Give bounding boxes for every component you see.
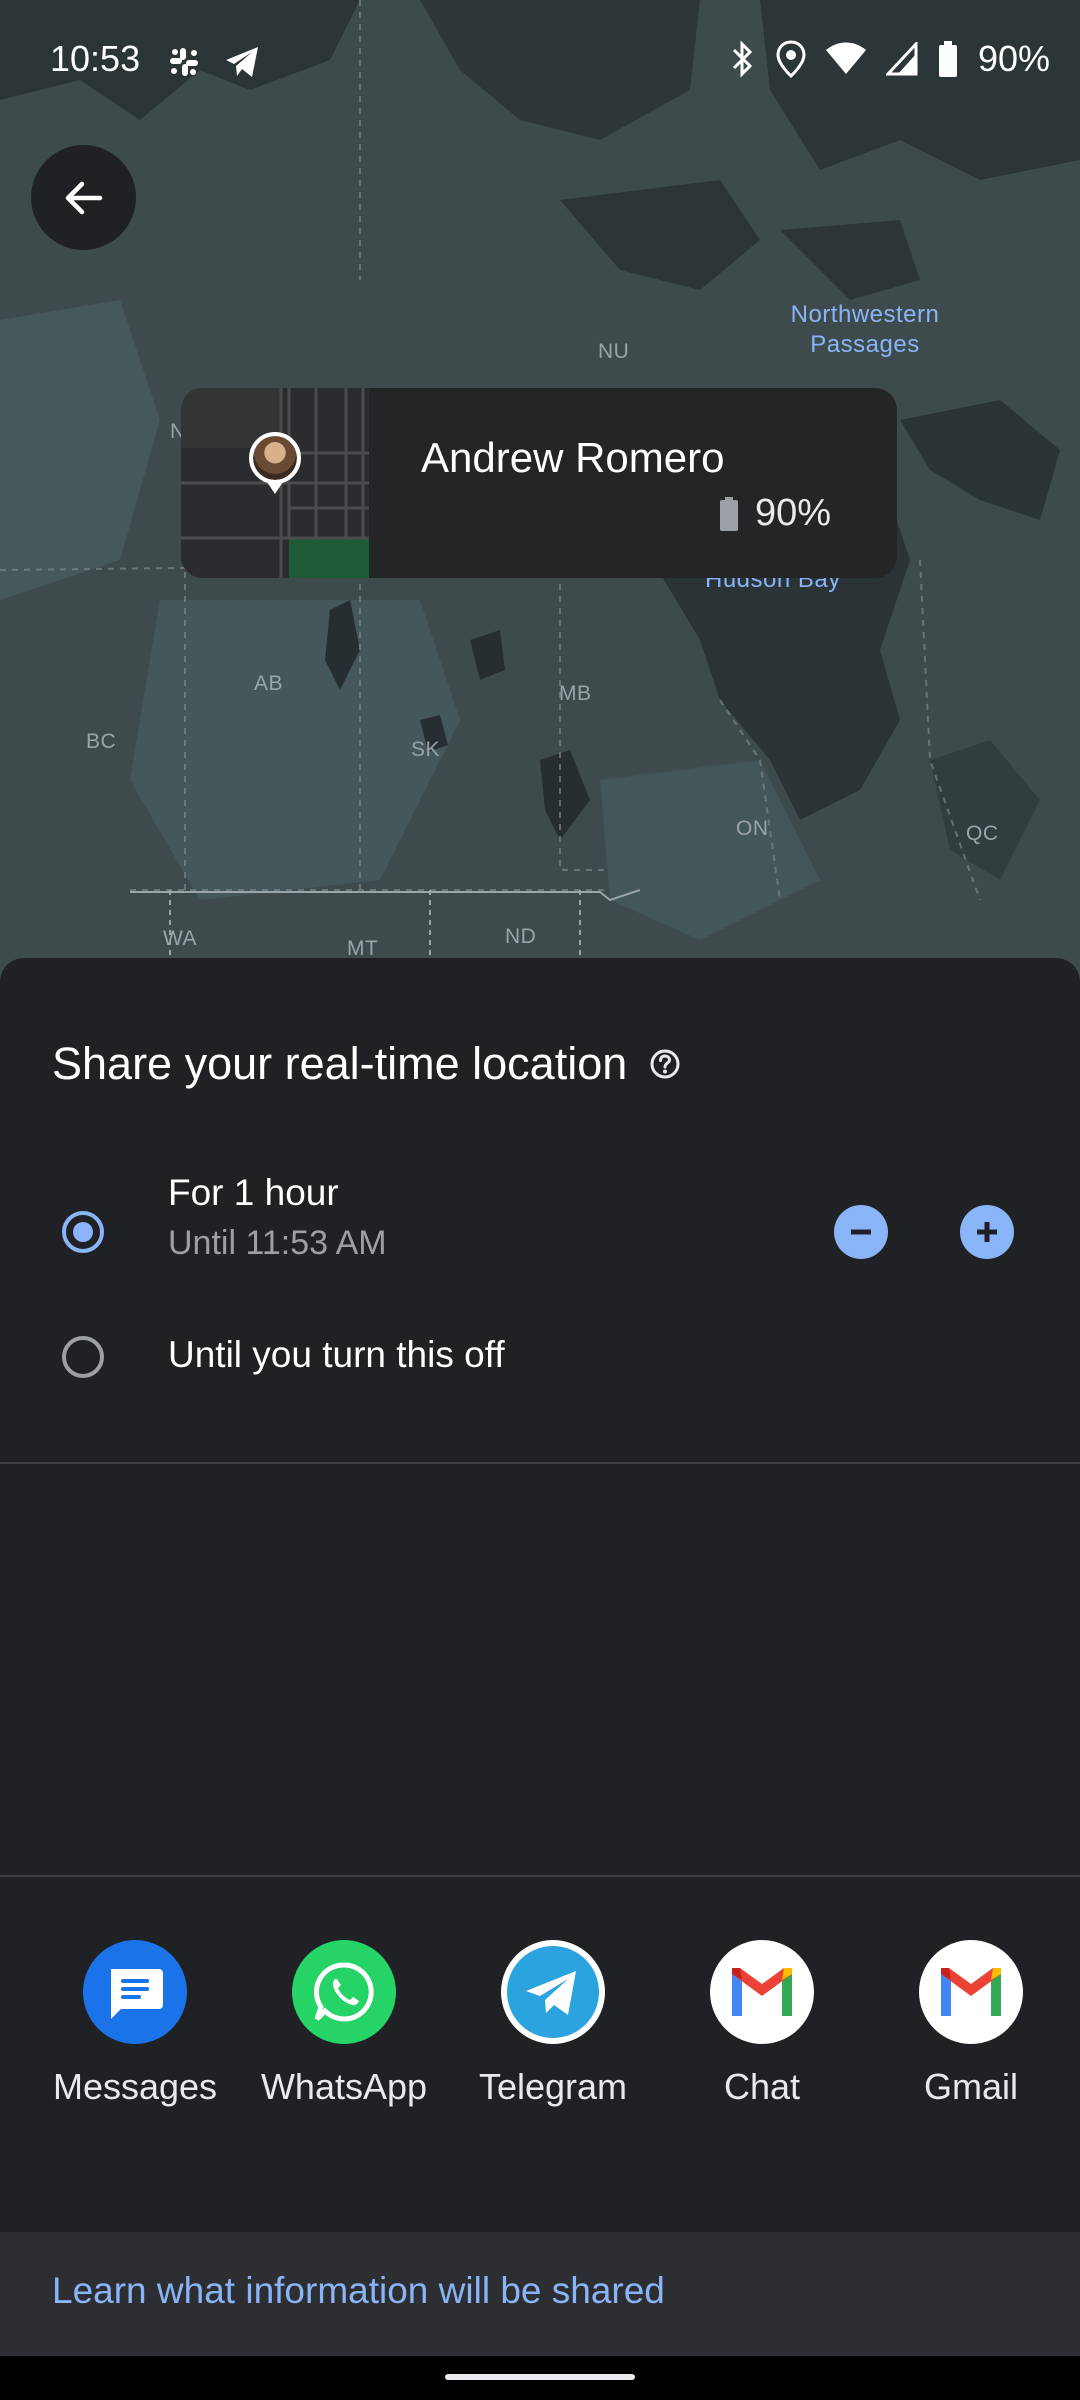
option-label: Until you turn this off — [168, 1334, 505, 1375]
divider — [0, 1462, 1080, 1464]
share-target-gmail[interactable]: Gmail — [871, 1940, 1071, 2108]
option-for-1-hour[interactable]: For 1 hour Until 11:53 AM — [0, 1158, 1080, 1298]
decrease-duration-button[interactable] — [834, 1205, 888, 1259]
share-target-label: WhatsApp — [260, 2066, 428, 2107]
location-pin-tail — [267, 482, 283, 494]
notification-icons — [166, 44, 262, 80]
map-label-qc: QC — [966, 822, 999, 845]
back-button[interactable] — [31, 145, 136, 250]
map-label-nu: NU — [598, 340, 630, 363]
status-bar: 10:53 90% — [0, 0, 1080, 124]
map-label-bc: BC — [86, 730, 117, 753]
share-target-telegram[interactable]: Telegram — [453, 1940, 653, 2108]
share-target-label: Chat — [723, 2066, 801, 2107]
share-target-messages[interactable]: Messages — [35, 1940, 235, 2108]
option-until-turn-off[interactable]: Until you turn this off — [0, 1308, 1080, 1408]
map-label-on: ON — [736, 817, 769, 840]
messages-icon — [83, 1940, 187, 2044]
map-label-mb: MB — [559, 682, 592, 705]
status-time: 10:53 — [50, 38, 141, 79]
map-label-sk: SK — [411, 738, 441, 761]
increase-duration-button[interactable] — [960, 1205, 1014, 1259]
gmail-icon — [710, 1940, 814, 2044]
option-sublabel: Until 11:53 AM — [168, 1224, 387, 1262]
share-location-sheet: Share your real-time location For 1 hour… — [0, 958, 1080, 2400]
sheet-title-text: Share your real-time location — [52, 1038, 628, 1089]
signal-icon — [885, 42, 918, 76]
map-label-northwestern-passages: Northwestern Passages — [790, 301, 940, 358]
arrow-back-icon — [65, 181, 102, 214]
learn-more-link[interactable]: Learn what information will be shared — [52, 2270, 665, 2312]
plus-icon — [977, 1222, 997, 1242]
telegram-icon — [501, 1940, 605, 2044]
option-label: For 1 hour — [168, 1172, 339, 1213]
mini-map-thumbnail — [181, 388, 369, 578]
footer: Learn what information will be shared — [0, 2232, 1080, 2356]
bluetooth-icon — [732, 40, 753, 78]
divider — [0, 1875, 1080, 1877]
battery-icon — [720, 496, 738, 531]
location-icon — [776, 40, 806, 78]
avatar — [249, 432, 301, 484]
share-target-label: Telegram — [478, 2066, 628, 2107]
share-target-chat[interactable]: Chat — [662, 1940, 862, 2108]
whatsapp-icon — [292, 1940, 396, 2044]
share-target-whatsapp[interactable]: WhatsApp — [244, 1940, 444, 2108]
navigation-bar — [0, 2356, 1080, 2400]
telegram-icon — [226, 47, 258, 77]
person-battery: 90% — [719, 492, 831, 535]
status-battery-percent: 90% — [977, 38, 1050, 79]
map-label-ab: AB — [254, 672, 284, 695]
share-target-label: Gmail — [923, 2066, 1018, 2107]
map-label-wa: WA — [163, 927, 198, 950]
slack-icon — [170, 48, 198, 76]
system-icons: 90% — [728, 38, 1050, 80]
minus-icon — [851, 1229, 871, 1235]
map-label-nd: ND — [505, 925, 537, 948]
home-gesture-handle[interactable] — [445, 2374, 635, 2380]
person-info: Andrew Romero 90% — [369, 388, 897, 578]
wifi-icon — [825, 42, 866, 74]
battery-icon — [938, 41, 957, 77]
radio-for-1-hour[interactable] — [62, 1211, 104, 1253]
person-name: Andrew Romero — [421, 434, 725, 481]
share-target-label: Messages — [52, 2066, 218, 2107]
sheet-title: Share your real-time location — [52, 1038, 681, 1090]
gmail-icon — [919, 1940, 1023, 2044]
person-location-card[interactable]: Andrew Romero 90% — [181, 388, 897, 578]
radio-until-turn-off[interactable] — [62, 1336, 104, 1378]
person-battery-percent: 90% — [755, 492, 832, 534]
help-icon[interactable] — [649, 1048, 681, 1080]
